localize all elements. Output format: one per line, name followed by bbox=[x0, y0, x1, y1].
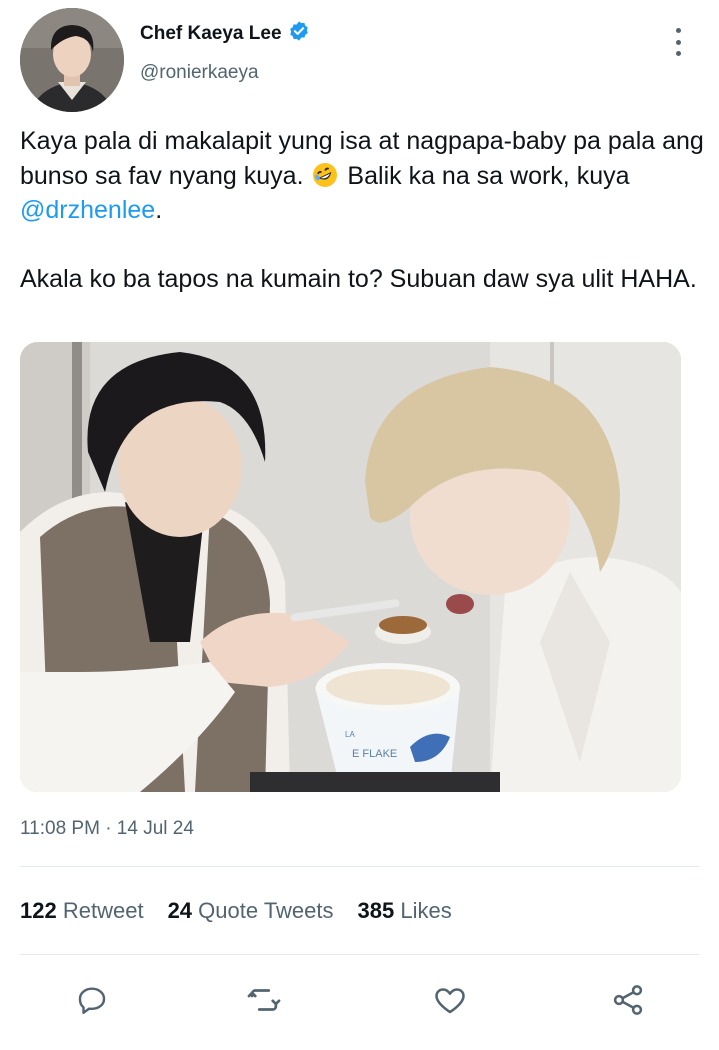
quotes-label: Quote Tweets bbox=[198, 898, 334, 923]
tweet-paragraph-2: Akala ko ba tapos na kumain to? Subuan d… bbox=[20, 264, 697, 293]
photo-two-people-eating: E FLAKE LA bbox=[20, 342, 681, 792]
more-options-icon[interactable] bbox=[666, 28, 690, 56]
likes-count: 385 bbox=[357, 898, 395, 923]
likes-stat[interactable]: 385 Likes bbox=[358, 898, 452, 924]
author-display-name[interactable]: Chef Kaeya Lee bbox=[140, 23, 282, 45]
reply-icon[interactable] bbox=[70, 978, 114, 1022]
tweet-text: Kaya pala di makalapit yung isa at nagpa… bbox=[20, 124, 710, 296]
cup-brand: LA bbox=[345, 730, 355, 739]
tweet-paragraph-1: Kaya pala di makalapit yung isa at nagpa… bbox=[20, 124, 710, 228]
share-icon[interactable] bbox=[606, 978, 650, 1022]
author-handle[interactable]: @ronierkaeya bbox=[140, 62, 259, 84]
tweet-stats: 122 Retweet 24 Quote Tweets 385 Likes bbox=[20, 898, 452, 924]
divider bbox=[20, 954, 699, 955]
divider bbox=[20, 866, 699, 867]
retweet-icon[interactable] bbox=[242, 978, 286, 1022]
verified-badge-icon bbox=[288, 20, 310, 47]
author-name-row[interactable]: Chef Kaeya Lee bbox=[140, 20, 310, 47]
tweet-text-part: Balik ka na sa work, kuya bbox=[340, 161, 630, 190]
likes-label: Likes bbox=[400, 898, 452, 923]
retweets-stat[interactable]: 122 Retweet bbox=[20, 898, 144, 924]
retweets-label: Retweet bbox=[62, 898, 144, 923]
tweet-media-image[interactable]: E FLAKE LA bbox=[20, 342, 681, 792]
like-icon[interactable] bbox=[428, 978, 472, 1022]
quotes-count: 24 bbox=[167, 898, 193, 923]
cup-label: E FLAKE bbox=[352, 748, 397, 760]
retweets-count: 122 bbox=[20, 898, 57, 923]
mention-link[interactable]: @drzhenlee bbox=[20, 196, 155, 224]
avatar-photo bbox=[20, 8, 124, 112]
rolling-on-floor-laughing-emoji-icon bbox=[312, 162, 338, 188]
tweet-action-bar bbox=[0, 978, 719, 1028]
tweet-text-part: . bbox=[155, 196, 163, 224]
tweet-timestamp[interactable]: 11:08 PM · 14 Jul 24 bbox=[20, 818, 194, 840]
tweet-detail: Chef Kaeya Lee @ronierkaeya Kaya pala di… bbox=[0, 0, 719, 1050]
author-avatar[interactable] bbox=[20, 8, 124, 112]
quote-tweets-stat[interactable]: 24 Quote Tweets bbox=[168, 898, 334, 924]
